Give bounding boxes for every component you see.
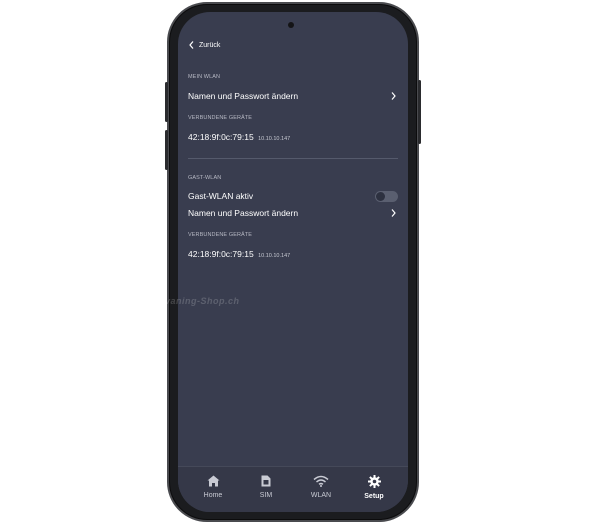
toggle-knob <box>376 192 385 201</box>
back-label: Zurück <box>199 41 221 49</box>
gast-wlan-devices-label: VERBUNDENE GERÄTE <box>188 232 253 238</box>
chevron-right-icon <box>391 92 396 100</box>
device-ip: 10.10.10.147 <box>258 136 291 142</box>
nav-label-home: Home <box>203 492 223 499</box>
chevron-right-icon <box>391 209 396 217</box>
chevron-left-icon <box>189 41 194 49</box>
nav-label-sim: SIM <box>259 492 273 499</box>
gast-wlan-section-label: GAST-WLAN <box>188 175 222 181</box>
nav-item-wlan[interactable]: WLAN <box>296 475 346 499</box>
nav-item-sim[interactable]: SIM <box>241 475 291 499</box>
nav-label-wlan: WLAN <box>310 492 332 499</box>
sim-icon <box>261 475 271 487</box>
gast-wlan-toggle-label: Gast-WLAN aktiv <box>188 191 254 201</box>
bottom-nav: Home SIM WLAN Setup <box>178 466 408 512</box>
side-button-left-1 <box>165 82 168 122</box>
app-screen: Zurück MEIN WLAN Namen und Passwort ände… <box>178 12 408 512</box>
nav-label-setup: Setup <box>364 493 384 500</box>
side-button-right <box>418 80 421 144</box>
nav-item-home[interactable]: Home <box>188 475 238 499</box>
gear-icon <box>367 475 381 488</box>
mein-wlan-device-item: 42:18:9f:0c:79:15 10.10.10.147 <box>188 132 290 142</box>
device-ip: 10.10.10.147 <box>258 253 291 259</box>
back-button[interactable]: Zurück <box>189 41 220 49</box>
phone-frame: Zurück MEIN WLAN Namen und Passwort ände… <box>165 2 421 522</box>
watermark-text: Caravaning-Shop.ch <box>143 296 240 306</box>
home-icon <box>207 475 219 487</box>
mein-wlan-devices-label: VERBUNDENE GERÄTE <box>188 115 253 121</box>
nav-item-setup[interactable]: Setup <box>349 475 399 500</box>
side-button-left-2 <box>165 130 168 170</box>
gast-wlan-toggle[interactable] <box>375 191 398 202</box>
front-camera <box>288 22 294 28</box>
mein-wlan-change-row[interactable]: Namen und Passwort ändern <box>178 88 408 104</box>
wifi-icon <box>313 475 329 487</box>
section-divider <box>188 158 398 159</box>
device-mac: 42:18:9f:0c:79:15 <box>188 249 254 259</box>
mein-wlan-change-label: Namen und Passwort ändern <box>188 91 299 101</box>
gast-wlan-device-item: 42:18:9f:0c:79:15 10.10.10.147 <box>188 249 290 259</box>
gast-wlan-change-label: Namen und Passwort ändern <box>188 208 299 218</box>
gast-wlan-change-row[interactable]: Namen und Passwort ändern <box>178 205 408 221</box>
mein-wlan-section-label: MEIN WLAN <box>188 74 221 80</box>
device-mac: 42:18:9f:0c:79:15 <box>188 132 254 142</box>
